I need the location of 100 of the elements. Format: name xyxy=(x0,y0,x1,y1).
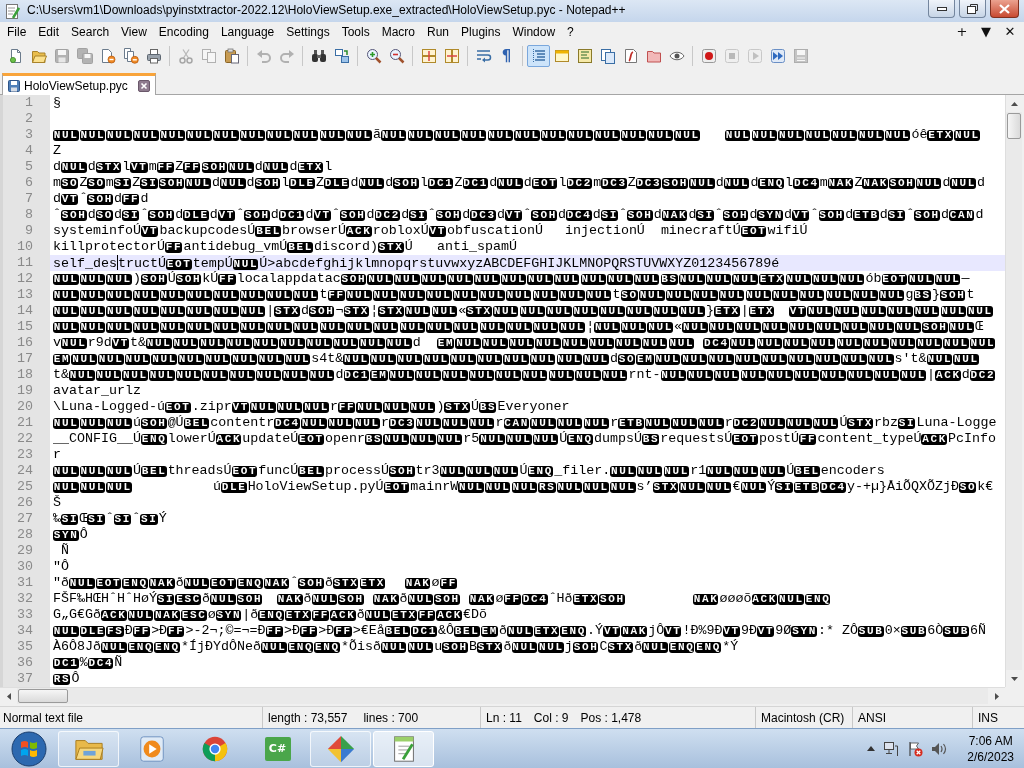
code-text: d xyxy=(350,175,359,190)
menu-item[interactable]: Search xyxy=(65,22,116,41)
menu-item[interactable]: Run xyxy=(421,22,456,41)
clock-time: 7:06 AM xyxy=(968,732,1013,749)
control-char: NUL xyxy=(409,402,436,413)
control-char: BS xyxy=(641,434,660,445)
file-explorer-button[interactable] xyxy=(58,730,119,767)
code-text: r5 xyxy=(463,431,480,446)
menu-item[interactable]: View xyxy=(115,22,153,41)
control-char: ESC xyxy=(175,594,201,605)
menu-item[interactable]: Tools xyxy=(335,22,376,41)
code-text: y-+µ}ÅiÕQXÕZjÐ xyxy=(846,479,959,494)
control-char: DC2 xyxy=(374,210,401,221)
control-char: NUL xyxy=(79,274,106,285)
control-char: FS xyxy=(106,626,124,637)
control-char: NUL xyxy=(53,274,79,285)
control-char: ENQ xyxy=(527,466,554,477)
control-char: NUL xyxy=(559,322,586,333)
lined-note-icon xyxy=(576,47,593,64)
code-text: FŠF‰HŒHˆHˆHøÝ xyxy=(53,591,157,606)
control-char: CAN xyxy=(503,418,530,429)
control-char: NAK xyxy=(692,594,719,605)
text-editor-button[interactable] xyxy=(373,730,434,767)
file-tab[interactable]: HoloViewSetup.pyc xyxy=(2,73,156,95)
control-char: NUL xyxy=(778,130,804,141)
control-char: NUL xyxy=(399,322,426,333)
control-char: NUL xyxy=(948,322,975,333)
show-all-characters-button[interactable]: ¶ xyxy=(495,44,518,67)
control-char: NUL xyxy=(812,274,838,285)
control-char: BEL xyxy=(140,466,167,477)
control-char: DC1 xyxy=(427,178,454,189)
control-char: NUL xyxy=(106,466,132,477)
control-char: NUL xyxy=(106,482,132,493)
close-window-button[interactable] xyxy=(990,0,1019,18)
menu-item[interactable]: ? xyxy=(561,22,580,41)
control-char: SOH xyxy=(298,578,324,589)
floppy-disks-icon xyxy=(76,47,93,64)
pages-icon xyxy=(599,47,616,64)
control-char: NUL xyxy=(232,259,259,270)
control-char: SUB xyxy=(858,626,884,637)
control-char: NUL xyxy=(506,322,532,333)
line-number: 8 xyxy=(25,207,33,222)
diamond-app-button[interactable] xyxy=(310,730,371,767)
scrollbar-thumb[interactable] xyxy=(1007,113,1021,139)
control-char: ENQ xyxy=(804,594,831,605)
control-char: NUL xyxy=(53,290,79,301)
code-text: ˆ xyxy=(906,207,915,222)
control-char: NUL xyxy=(535,338,561,349)
menu-item[interactable]: File xyxy=(1,22,33,41)
scrollbar-thumb[interactable] xyxy=(18,689,68,703)
code-text: ˆ xyxy=(523,207,532,222)
control-char: NUL xyxy=(239,306,266,317)
control-char: SO xyxy=(620,290,638,301)
menu-item[interactable]: Edit xyxy=(32,22,66,41)
line-number: 35 xyxy=(17,639,33,654)
menu-item[interactable]: Language xyxy=(214,22,281,41)
control-char: NAK xyxy=(148,578,175,589)
menu-item[interactable]: Macro xyxy=(375,22,421,41)
document-list-button[interactable]: ▼ xyxy=(974,22,998,41)
menu-item[interactable]: Window xyxy=(506,22,562,41)
control-char: NUL xyxy=(132,130,159,141)
control-char: ACK xyxy=(346,226,372,237)
control-char: SUB xyxy=(900,626,927,637)
scroll-right-button[interactable] xyxy=(988,688,1005,704)
code-text: d xyxy=(254,159,263,174)
control-char: DC2 xyxy=(969,370,996,381)
code-text: d xyxy=(140,191,149,206)
control-char: DC4 xyxy=(274,418,300,429)
new-document-button[interactable]: + xyxy=(950,22,974,41)
control-char: SOH xyxy=(338,594,364,605)
file-type-text: Normal text file xyxy=(3,710,84,725)
control-char: SYN xyxy=(215,610,242,621)
close-tab-button[interactable] xyxy=(137,79,150,92)
control-char: NUL xyxy=(460,130,487,141)
control-char: NUL xyxy=(495,370,521,381)
control-char: DC3 xyxy=(388,418,415,429)
close-document-button[interactable]: ✕ xyxy=(998,22,1022,41)
indent-guide-button[interactable] xyxy=(527,44,550,67)
code-text: m xyxy=(53,175,61,190)
line-number: 4 xyxy=(25,143,33,158)
restore-button[interactable] xyxy=(959,0,986,18)
scissors-icon xyxy=(177,47,194,64)
menu-item[interactable]: Settings xyxy=(280,22,336,41)
code-text: *Õisð xyxy=(340,639,381,654)
control-char: NUL xyxy=(583,418,610,429)
control-char: NUL xyxy=(183,578,210,589)
control-char: SYN xyxy=(757,210,783,221)
code-text: ð xyxy=(324,575,333,590)
control-char: SOH xyxy=(393,178,419,189)
menu-item[interactable]: Plugins xyxy=(455,22,507,41)
code-text: 6Ñ xyxy=(970,623,986,638)
control-char: NUL xyxy=(106,130,132,141)
minimize-button[interactable] xyxy=(928,0,955,18)
scroll-up-button[interactable] xyxy=(1006,95,1022,112)
code-text: Ñ xyxy=(61,543,69,558)
control-char: NUL xyxy=(734,354,761,365)
control-char: NUL xyxy=(327,418,354,429)
scroll-left-button[interactable] xyxy=(0,688,17,704)
menu-item[interactable]: Encoding xyxy=(152,22,215,41)
control-char: DLE xyxy=(220,482,247,493)
